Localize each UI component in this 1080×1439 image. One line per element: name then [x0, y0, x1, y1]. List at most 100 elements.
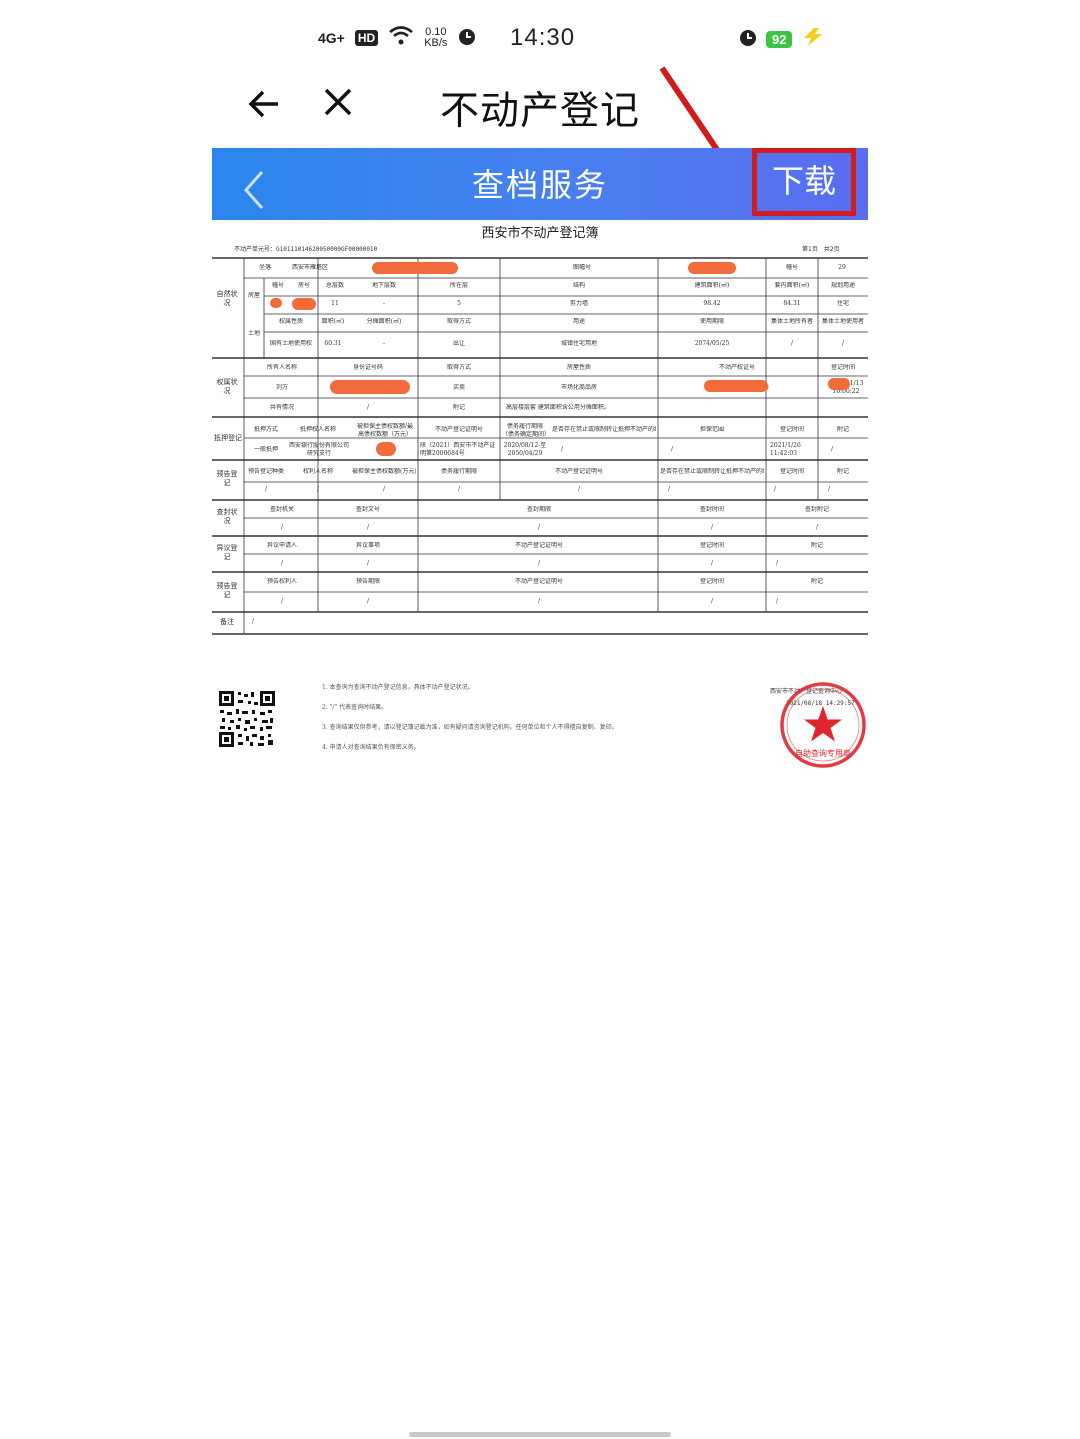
home-indicator[interactable] [409, 1432, 671, 1437]
unit-number-label: 不动产单元号： [234, 246, 277, 253]
value-term: 2074/05/25 [694, 340, 730, 347]
redaction-mark [688, 262, 736, 274]
land-label: 土地 [247, 330, 260, 337]
arrow-left-icon [248, 90, 278, 118]
value-mortgage-note: / [830, 446, 834, 453]
col-rights-note: 附记 [452, 404, 465, 411]
col-right-source: 权属性质 [278, 318, 303, 325]
charging-icon [800, 27, 826, 51]
floor-plan-label: 图幅号 [572, 264, 591, 271]
status-right: 92 [738, 27, 826, 51]
service-header: 查档服务 下载 [212, 148, 868, 220]
col-owner-type: 集体土地所有者 [770, 318, 813, 325]
col-objection: 异议申请人 [266, 542, 297, 549]
value-objection: / [280, 560, 284, 567]
section-remarks: 备注 [220, 618, 234, 626]
value-shared-area: - [382, 340, 386, 347]
redaction-mark [372, 262, 458, 274]
col-mortgage-transfer: 是否存在禁止或限制转让抵押不动产的约定 [552, 426, 656, 433]
section-advance: 预告登记 [216, 470, 238, 487]
col-id: 身份证号码 [352, 364, 383, 371]
col-acquire: 取得方式 [446, 318, 471, 325]
col-mortgage-amount: 被担保主债权数额/最高债权数额（万元） [356, 423, 414, 438]
section-natural: 自然状况 [216, 290, 238, 307]
value-seal: / [710, 524, 714, 531]
col-house-nature: 房屋性质 [566, 364, 591, 371]
section-rights: 权属状况 [216, 378, 238, 395]
value-notice: / [280, 598, 284, 605]
col-mortgagee: 抵押权人名称 [299, 426, 336, 433]
value-total-floors: 11 [331, 300, 339, 307]
col-structure: 结构 [572, 282, 585, 289]
zheng-value: 29 [838, 264, 846, 271]
value-mortgage-time: 2021/1/26 11:42:03 [770, 442, 801, 457]
col-term: 使用期限 [699, 318, 724, 325]
col-cert: 不动产权证号 [718, 364, 755, 371]
unit-number-value: G10111014620050000GF00000010 [276, 246, 378, 253]
wifi-icon [388, 26, 414, 49]
value-acquire: 出让 [452, 340, 465, 347]
value-seal: / [280, 524, 284, 531]
value-rights-note: 高层楼层套 建筑面积含公用分摊面积。 [506, 404, 610, 411]
col-advance: 权利人名称 [302, 468, 333, 475]
alarm-icon [457, 26, 477, 49]
value-usage: 住宅 [836, 300, 849, 307]
col-objection: 附记 [810, 542, 823, 549]
col-total-floors: 总层数 [325, 282, 344, 289]
col-purpose: 用途 [572, 318, 585, 325]
col-owner: 所有人名称 [266, 364, 297, 371]
value-mortgage-cert: 陕（2021）西安市不动产证明第2000684号 [420, 442, 496, 457]
col-advance: 登记时间 [779, 468, 804, 475]
back-button[interactable] [246, 86, 282, 126]
col-room-no: 房号 [297, 282, 310, 289]
col-mortgage-cert: 不动产登记证明号 [434, 426, 483, 433]
value-objection: / [366, 560, 370, 567]
value-advance: / [382, 486, 386, 493]
note-item: 1. 本查询为查询不动产登记信息，具体不动产登记状况。 [322, 684, 474, 691]
remarks-value: / [251, 618, 255, 625]
clock: 14:30 [510, 24, 576, 51]
value-mortgage-period: 2020/08/12-至2050/04/29 [503, 442, 547, 457]
location-label: 坐落 [258, 264, 271, 271]
col-advance: 被担保主债权数额(万元) [352, 468, 416, 475]
registry-document: 西安市不动产登记簿 不动产单元号：G10111014620050000GF000… [212, 220, 868, 780]
col-seal: 查封文号 [355, 506, 380, 513]
value-mortgagee: 西安银行股份有限公司研究支行 [288, 442, 349, 457]
document-notes: 1. 本查询为查询不动产登记信息，具体不动产登记状况。 2. "/" 代表查询时… [322, 682, 742, 762]
value-area: 98.42 [703, 300, 721, 307]
value-mortgage-range: / [670, 446, 674, 453]
value-seal: / [537, 524, 541, 531]
page-total: 共2页 [823, 246, 840, 253]
value-structure: 剪力墙 [569, 300, 588, 307]
download-button[interactable]: 下载 [752, 148, 856, 216]
status-bar: 4G+ HD 0.10 KB/s 14:30 92 [0, 22, 1080, 62]
value-purpose: 城镇住宅用地 [560, 340, 597, 347]
page-indicator: 第1页 共2页 [796, 244, 840, 253]
value-acquire-right: 买卖 [452, 384, 465, 391]
redaction-mark [330, 380, 410, 394]
col-objection: 异议事项 [355, 542, 380, 549]
network-indicator: 4G+ [318, 29, 345, 46]
col-seal: 查封附记 [804, 506, 829, 513]
value-underground: - [382, 300, 386, 307]
section-mortgage: 抵押登记 [214, 434, 242, 442]
col-usage: 规划用途 [830, 282, 855, 289]
col-advance: 不动产登记证明号 [554, 468, 603, 475]
note-item: 3. 查询结果仅供参考，请以登记簿记载为准，如有疑问请咨询登记机构。任何单位和个… [322, 724, 618, 731]
col-notice: 不动产登记证明号 [514, 578, 563, 585]
close-button[interactable] [322, 86, 354, 122]
document-title: 西安市不动产登记簿 [481, 226, 599, 241]
col-mortgage-period: 债务履行期限（债务确定期间） [502, 423, 548, 438]
qr-code-icon [218, 690, 276, 748]
value-shared: / [366, 404, 370, 411]
col-underground: 地下层数 [371, 282, 396, 289]
note-item: 2. "/" 代表查询时结果。 [322, 704, 388, 711]
value-advance: / [264, 486, 268, 493]
col-floor: 所在层 [449, 282, 468, 289]
col-acquire-right: 取得方式 [446, 364, 471, 371]
col-seal: 查封机关 [269, 506, 294, 513]
value-mortgage-type: 一般抵押 [253, 446, 278, 453]
col-notice: 预告权利人 [266, 578, 297, 585]
battery-level: 92 [766, 30, 793, 48]
note-item: 4. 申请人对查询结果负有保密义务。 [322, 744, 420, 751]
